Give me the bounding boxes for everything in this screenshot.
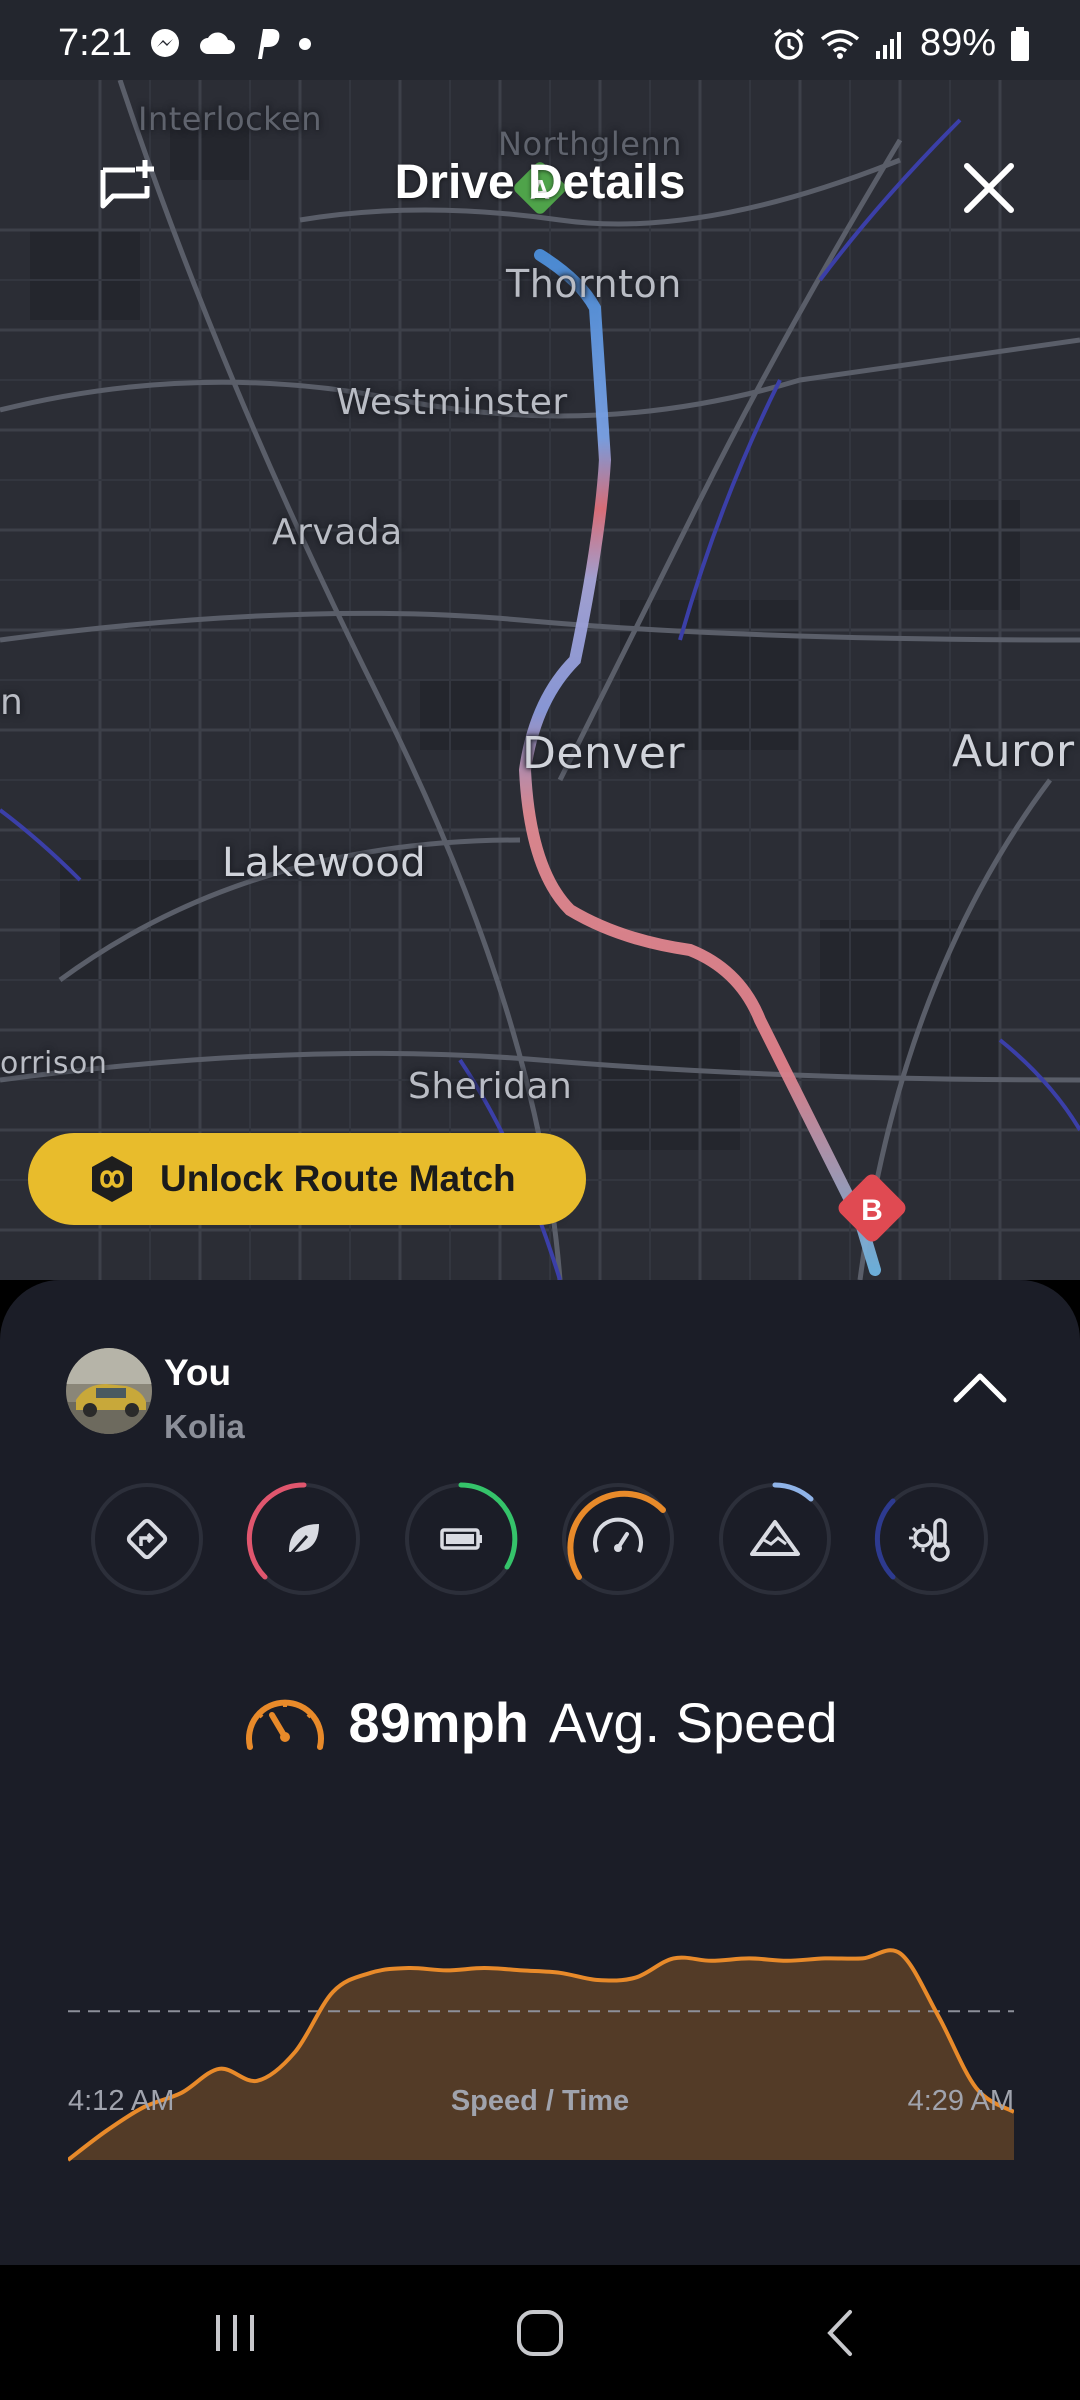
city-sheridan: Sheridan — [408, 1066, 573, 1107]
city-denver: Denver — [522, 728, 686, 779]
metric-battery[interactable] — [402, 1480, 520, 1598]
avg-speed-row: 89mph Avg. Speed — [0, 1690, 1080, 1755]
metric-tabs — [88, 1480, 1008, 1600]
route-icon — [126, 1518, 168, 1560]
elevation-icon — [750, 1520, 800, 1556]
user-subtitle: Kolia — [164, 1408, 245, 1445]
eco-leaf-icon — [287, 1524, 319, 1558]
end-marker-label: B — [861, 1194, 883, 1227]
speed-area — [68, 1950, 1014, 2160]
city-left-edge: n — [0, 682, 24, 723]
home-icon — [517, 2309, 563, 2356]
cloud-icon — [198, 30, 236, 58]
battery-icon — [1010, 26, 1030, 61]
avatar[interactable] — [66, 1348, 152, 1434]
speedometer-icon — [246, 1699, 325, 1750]
chart-x-end: 4:29 AM — [907, 2085, 1014, 2117]
metric-elevation[interactable] — [716, 1480, 834, 1598]
collapse-button[interactable] — [940, 1358, 1020, 1418]
system-nav-bar — [0, 2265, 1080, 2400]
recent-apps-button[interactable] — [165, 2265, 305, 2400]
metric-eco[interactable] — [245, 1480, 363, 1598]
back-icon — [827, 2309, 852, 2356]
status-bar: 7:21 89% — [0, 0, 1080, 80]
city-westminster: Westminster — [336, 382, 568, 423]
end-marker[interactable]: B — [830, 1166, 914, 1255]
close-icon — [964, 163, 1014, 213]
wifi-icon — [820, 28, 860, 60]
paypal-icon — [252, 27, 282, 61]
chevron-up-icon — [953, 1373, 1007, 1403]
temperature-icon — [909, 1518, 950, 1562]
city-lakewood: Lakewood — [222, 840, 427, 886]
home-button[interactable] — [470, 2265, 610, 2400]
city-interlocken: Interlocken — [138, 100, 323, 138]
signal-icon — [874, 29, 906, 59]
drive-details-sheet: You Kolia 89mph Avg. Speed 4:12 AM Speed… — [0, 1280, 1080, 2265]
infinity-icon — [92, 1156, 132, 1202]
battery-metric-icon — [440, 1528, 482, 1550]
unlock-route-match-button[interactable]: Unlock Route Match — [28, 1133, 586, 1225]
user-name: You — [164, 1352, 232, 1393]
close-button[interactable] — [944, 143, 1034, 233]
city-aurora: Auror — [952, 726, 1075, 777]
avg-speed-value: 89mph — [348, 1691, 529, 1754]
status-time: 7:21 — [58, 22, 132, 64]
back-button[interactable] — [770, 2265, 910, 2400]
metric-temperature[interactable] — [873, 1480, 991, 1598]
page-title: Drive Details — [394, 156, 686, 209]
unlock-button-label: Unlock Route Match — [160, 1158, 516, 1199]
recent-apps-icon — [216, 2314, 254, 2351]
avg-speed-label: Avg. Speed — [548, 1691, 838, 1754]
battery-percent: 89% — [919, 22, 996, 64]
speedometer-icon — [593, 1517, 643, 1553]
dot-icon — [298, 37, 312, 51]
messenger-icon — [148, 27, 182, 61]
city-arvada: Arvada — [272, 512, 403, 553]
alarm-icon — [772, 27, 806, 61]
speed-time-chart — [68, 1948, 1014, 2162]
metric-route[interactable] — [88, 1480, 206, 1598]
city-morrison: orrison — [0, 1046, 108, 1081]
metric-speed[interactable] — [559, 1480, 677, 1598]
city-thornton: Thornton — [506, 262, 682, 306]
route-map[interactable]: Interlocken Northglenn Thornton Westmins… — [0, 80, 1080, 1280]
